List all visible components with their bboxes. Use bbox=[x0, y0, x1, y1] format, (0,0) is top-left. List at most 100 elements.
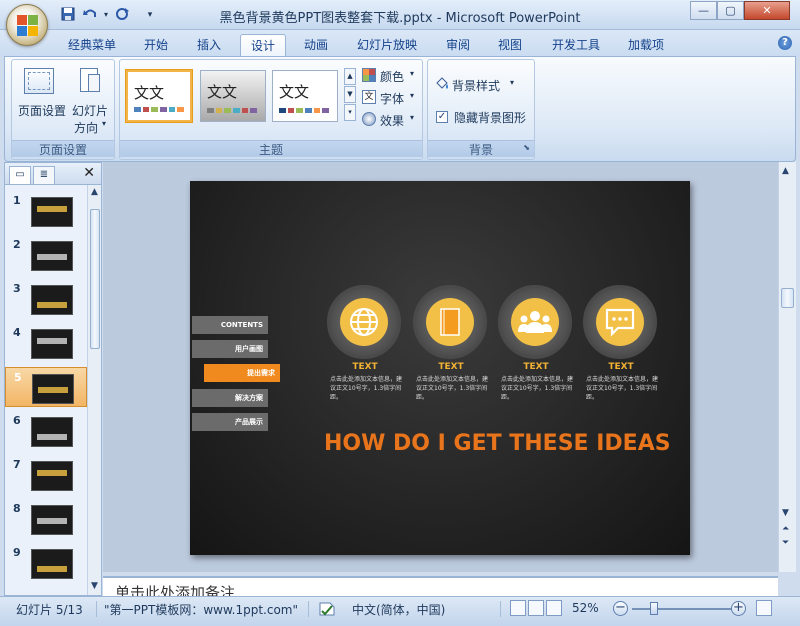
slide-number: 7 bbox=[13, 458, 21, 471]
tab-developer[interactable]: 开发工具 bbox=[542, 34, 610, 56]
theme-thumbnail-gray[interactable]: 文文 bbox=[200, 70, 266, 122]
slide-menu-item[interactable]: 解决方案 bbox=[192, 389, 268, 407]
slide-thumbnail[interactable]: 1 bbox=[5, 191, 87, 231]
feature-circle bbox=[498, 285, 572, 359]
feature-title: TEXT bbox=[608, 362, 634, 372]
office-logo-icon bbox=[17, 15, 39, 37]
close-button[interactable]: ✕ bbox=[744, 1, 790, 20]
zoom-slider-thumb[interactable] bbox=[650, 602, 658, 615]
tab-animation[interactable]: 动画 bbox=[294, 34, 338, 56]
office-button[interactable] bbox=[6, 4, 48, 46]
previous-slide-icon[interactable]: ⏶ bbox=[782, 524, 789, 534]
background-group-label: 背景 ⬊ bbox=[428, 140, 534, 157]
scroll-down-icon[interactable]: ▼ bbox=[782, 508, 789, 518]
dialog-launcher-icon[interactable]: ⬊ bbox=[523, 143, 530, 152]
slide-preview bbox=[31, 241, 73, 271]
zoom-in-icon[interactable]: + bbox=[731, 601, 746, 616]
tab-addins[interactable]: 加载项 bbox=[618, 34, 674, 56]
status-divider bbox=[500, 601, 501, 617]
notes-pane[interactable]: 单击此处添加备注 bbox=[103, 576, 778, 596]
slide-counter: 幻灯片 5/13 bbox=[16, 603, 83, 617]
close-icon[interactable]: ✕ bbox=[83, 165, 95, 181]
tab-design[interactable]: 设计 bbox=[240, 34, 287, 56]
tab-view[interactable]: 视图 bbox=[488, 34, 532, 56]
edit-scrollbar[interactable]: ▲ ▼ ⏶ ⏷ bbox=[778, 162, 796, 572]
next-slide-icon[interactable]: ⏷ bbox=[782, 538, 789, 548]
background-styles-button[interactable]: 背景样式 ▾ bbox=[434, 76, 530, 94]
paint-bucket-icon bbox=[434, 77, 450, 91]
slide-heading[interactable]: HOW DO I GET THESE IDEAS bbox=[190, 431, 690, 456]
scroll-up-icon[interactable]: ▲ bbox=[782, 166, 789, 176]
slideshow-view-icon[interactable] bbox=[546, 600, 562, 616]
slides-scrollbar[interactable]: ▲ ▼ bbox=[87, 185, 101, 595]
hide-background-checkbox[interactable]: ✓ 隐藏背景图形 bbox=[434, 108, 534, 126]
feature-description: 点击此处添加文本信息，建议正文10号字，1.3倍字间距。 bbox=[501, 376, 574, 401]
language-indicator[interactable]: 中文(简体，中国) bbox=[352, 601, 445, 618]
slide-preview bbox=[31, 549, 73, 579]
feature-circle bbox=[583, 285, 657, 359]
feature-circle bbox=[413, 285, 487, 359]
fit-to-window-icon[interactable] bbox=[756, 600, 772, 616]
theme-sample-text: 文文 bbox=[279, 83, 310, 101]
notes-placeholder: 单击此处添加备注 bbox=[115, 584, 236, 596]
slide-thumbnail[interactable]: 3 bbox=[5, 279, 87, 319]
scroll-thumb[interactable] bbox=[781, 288, 794, 308]
slide-thumbnail[interactable]: 6 bbox=[5, 411, 87, 451]
slide-thumbnail[interactable]: 9 bbox=[5, 543, 87, 583]
slides-pane: ▭ ≣ ✕ 1 2 3 4 5 6 7 8 9 ▲ ▼ bbox=[4, 162, 102, 596]
spell-check-icon[interactable] bbox=[318, 601, 336, 620]
slide-thumbnail[interactable]: 8 bbox=[5, 499, 87, 539]
slide-orientation-button[interactable]: 幻灯片 方向 ▾ bbox=[68, 64, 112, 138]
preview-mark bbox=[38, 387, 68, 393]
colors-button[interactable]: 颜色 ▾ bbox=[362, 66, 420, 84]
effects-button[interactable]: 效果 ▾ bbox=[362, 110, 420, 128]
theme-thumbnail-alt[interactable]: 文文 bbox=[272, 70, 338, 122]
slide-menu-item[interactable]: CONTENTS bbox=[192, 316, 268, 334]
page-setup-button[interactable]: 页面设置 bbox=[14, 64, 66, 122]
scroll-down-icon[interactable]: ▼ bbox=[91, 581, 98, 591]
normal-view-icon[interactable] bbox=[510, 600, 526, 616]
hide-background-label: 隐藏背景图形 bbox=[454, 111, 527, 125]
themes-scroll-down[interactable]: ▼ bbox=[344, 86, 356, 103]
zoom-slider-track[interactable] bbox=[632, 608, 734, 610]
tab-home[interactable]: 开始 bbox=[134, 34, 178, 56]
fonts-button[interactable]: 文 字体 ▾ bbox=[362, 88, 420, 106]
themes-group: 文文 文文 文文 ▲ ▼ ▾ 颜色 ▾ 文 字体 ▾ 效果 ▾ 主题 bbox=[119, 59, 423, 160]
preview-mark bbox=[37, 434, 67, 440]
scroll-up-icon[interactable]: ▲ bbox=[91, 187, 98, 197]
slide-thumbnail[interactable]: 7 bbox=[5, 455, 87, 495]
slide-thumbnail[interactable]: 2 bbox=[5, 235, 87, 275]
slide-sorter-icon[interactable] bbox=[528, 600, 544, 616]
fonts-label: 字体 bbox=[380, 92, 405, 106]
preview-mark bbox=[37, 206, 67, 212]
powerpoint-window: ▾ ▾ 黑色背景黄色PPT图表整套下载.pptx - Microsoft Pow… bbox=[0, 0, 800, 626]
slide-number: 3 bbox=[13, 282, 21, 295]
slide-menu-item[interactable]: 用户画图 bbox=[192, 340, 268, 358]
theme-thumbnail-office[interactable]: 文文 bbox=[126, 70, 192, 122]
slide-thumbnail[interactable]: 5 bbox=[5, 367, 87, 407]
slide-thumbnail[interactable]: 4 bbox=[5, 323, 87, 363]
slide-number: 6 bbox=[13, 414, 21, 427]
slide-menu-item-active[interactable]: 提出需求 bbox=[204, 364, 280, 382]
current-slide[interactable]: CONTENTS 用户画图 提出需求 解决方案 产品展示 TEXT TEXT T… bbox=[190, 181, 690, 555]
minimize-button[interactable]: — bbox=[690, 1, 717, 20]
slides-tab-icon[interactable]: ▭ bbox=[9, 166, 31, 184]
themes-scroll-up[interactable]: ▲ bbox=[344, 68, 356, 85]
slide-number: 1 bbox=[13, 194, 21, 207]
maximize-button[interactable]: ▢ bbox=[717, 1, 744, 20]
outline-tab-icon[interactable]: ≣ bbox=[33, 166, 55, 184]
preview-mark bbox=[37, 566, 67, 572]
tab-classic-menu[interactable]: 经典菜单 bbox=[58, 34, 126, 56]
slide-menu-item[interactable]: 产品展示 bbox=[192, 413, 268, 431]
slide-preview bbox=[31, 505, 73, 535]
tab-slideshow[interactable]: 幻灯片放映 bbox=[347, 34, 427, 56]
help-icon[interactable]: ? bbox=[778, 36, 792, 50]
themes-more[interactable]: ▾ bbox=[344, 104, 356, 121]
scroll-thumb[interactable] bbox=[90, 209, 100, 349]
zoom-out-icon[interactable]: − bbox=[613, 601, 628, 616]
tab-review[interactable]: 审阅 bbox=[436, 34, 480, 56]
slide-number: 9 bbox=[13, 546, 21, 559]
colors-icon bbox=[362, 68, 376, 82]
tab-insert[interactable]: 插入 bbox=[187, 34, 231, 56]
zoom-level[interactable]: 52% bbox=[572, 601, 599, 615]
